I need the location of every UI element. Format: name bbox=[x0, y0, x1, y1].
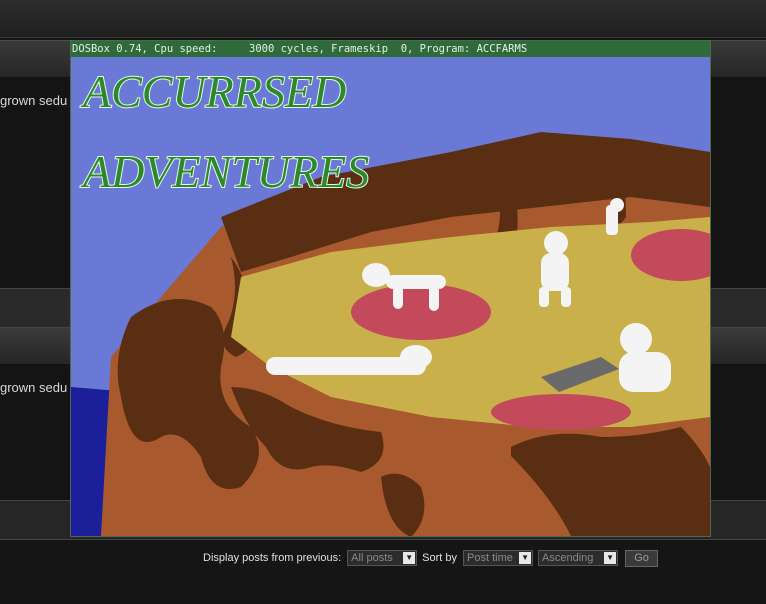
forum-top-bar bbox=[0, 0, 766, 38]
sort-by-label: Sort by bbox=[422, 552, 458, 564]
dosbox-window[interactable]: DOSBox 0.74, Cpu speed: 3000 cycles, Fra… bbox=[70, 40, 711, 537]
game-title-line-1: ACCURRSED bbox=[80, 66, 346, 117]
sort-order-select[interactable]: Ascending ▼ bbox=[538, 550, 619, 566]
post-display-options: Display posts from previous: All posts ▼… bbox=[203, 549, 659, 567]
chevron-down-icon[interactable]: ▼ bbox=[403, 552, 416, 564]
display-posts-value: All posts bbox=[351, 552, 393, 564]
dosbox-title-bar[interactable]: DOSBox 0.74, Cpu speed: 3000 cycles, Fra… bbox=[71, 41, 710, 57]
sort-by-select[interactable]: Post time ▼ bbox=[463, 550, 534, 566]
go-button[interactable]: Go bbox=[625, 549, 659, 567]
pepperoni bbox=[351, 284, 491, 340]
game-title-line-2: ADVENTURES bbox=[80, 146, 369, 197]
post-text-snippet: grown sedu bbox=[0, 380, 68, 395]
chevron-down-icon[interactable]: ▼ bbox=[519, 552, 532, 564]
sort-order-value: Ascending bbox=[542, 552, 594, 564]
display-posts-select[interactable]: All posts ▼ bbox=[347, 550, 418, 566]
game-screen[interactable]: ACCURRSED ADVENTURES bbox=[71, 57, 710, 536]
post-text-snippet: grown sedu bbox=[0, 93, 68, 108]
chevron-down-icon[interactable]: ▼ bbox=[604, 552, 617, 564]
sort-by-value: Post time bbox=[467, 552, 513, 564]
display-posts-label: Display posts from previous: bbox=[203, 552, 342, 564]
pepperoni bbox=[491, 394, 631, 430]
